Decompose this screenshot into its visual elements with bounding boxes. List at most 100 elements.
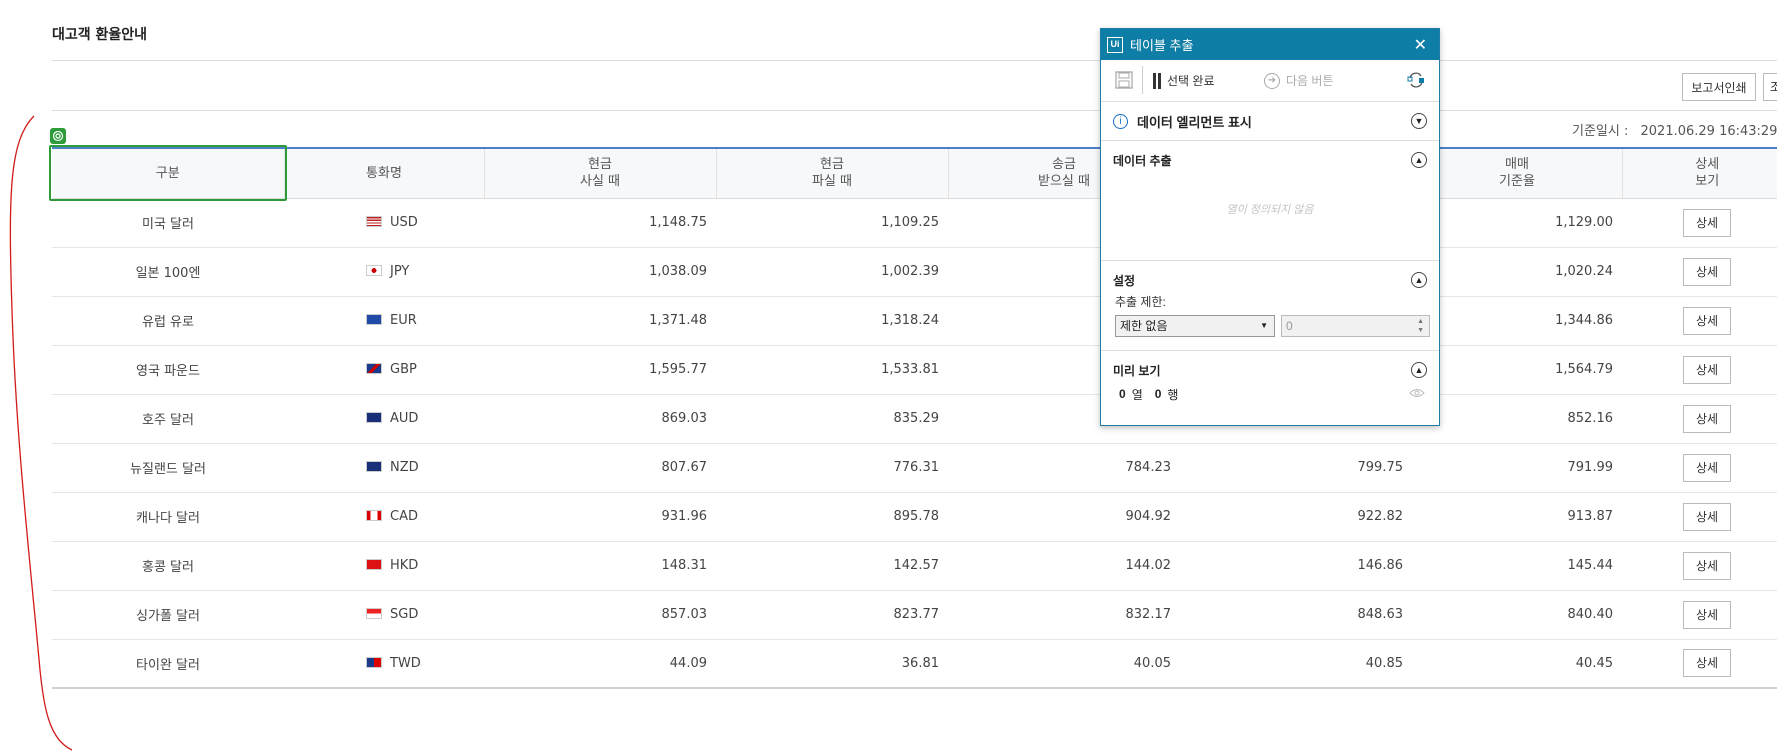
rate-sell-cell: 776.31 bbox=[716, 443, 948, 493]
rate-base-cell: 40.45 bbox=[1412, 639, 1622, 689]
preview-row-label: 행 bbox=[1167, 387, 1179, 402]
rate-base-cell: 791.99 bbox=[1412, 443, 1622, 493]
base-date: 기준일시 : 2021.06.29 16:43:29 ( bbox=[1572, 120, 1777, 139]
chevron-up-icon[interactable]: ▲ bbox=[1411, 272, 1427, 288]
finish-selection-button[interactable]: 선택 완료 bbox=[1153, 72, 1215, 89]
ca-flag-icon bbox=[366, 510, 382, 521]
empty-columns-message: 열이 정의되지 않음 bbox=[1226, 204, 1314, 216]
rate-base-cell: 1,564.79 bbox=[1412, 345, 1622, 395]
detail-cell: 상세 bbox=[1622, 247, 1777, 297]
rate-base-cell: 1,129.00 bbox=[1412, 198, 1622, 248]
chevron-up-icon[interactable]: ▲ bbox=[1411, 152, 1427, 168]
extract-section: 데이터 추출 ▲ 열이 정의되지 않음 bbox=[1101, 141, 1439, 261]
table-extraction-dialog: Ui 테이블 추출 ✕ 선택 완료 ➜ 다음 버튼 i 데이터 엘리먼트 표시 … bbox=[1100, 28, 1440, 426]
currency-code-cell: HKD bbox=[284, 541, 484, 591]
dialog-toolbar: 선택 완료 ➜ 다음 버튼 bbox=[1101, 60, 1439, 102]
detail-button[interactable]: 상세 bbox=[1683, 355, 1731, 384]
rate-base-cell: 840.40 bbox=[1412, 590, 1622, 640]
table-row: 뉴질랜드 달러 NZD 807.67 776.31 784.23 799.75 791.99… bbox=[52, 443, 1777, 493]
detail-cell: 상세 bbox=[1622, 296, 1777, 346]
detail-button[interactable]: 상세 bbox=[1683, 306, 1731, 335]
show-elements-section: i 데이터 엘리먼트 표시 ▼ bbox=[1101, 102, 1439, 141]
currency-name-cell: 일본 100엔 bbox=[52, 247, 284, 297]
gb-flag-icon bbox=[366, 363, 382, 374]
table-row: 유럽 유로 EUR 1,371.48 1,318.24 1,344.86 상세 bbox=[52, 296, 1777, 346]
rate-base-cell: 1,344.86 bbox=[1412, 296, 1622, 346]
column-header-line1: 상세 bbox=[1695, 157, 1720, 173]
detail-button[interactable]: 상세 bbox=[1683, 453, 1731, 482]
chevron-up-icon[interactable]: ▲ bbox=[1411, 362, 1427, 378]
divider bbox=[52, 60, 1777, 61]
settings-section: 설정 ▲ 추출 제한: 제한 없음 ▼ 0 ▲ ▼ bbox=[1101, 261, 1439, 351]
spinner-icon[interactable]: ▲ ▼ bbox=[1417, 317, 1424, 335]
currency-code: USD bbox=[390, 215, 418, 230]
preview-section-header: 미리 보기 bbox=[1113, 363, 1161, 378]
close-icon[interactable]: ✕ bbox=[1414, 35, 1427, 55]
currency-code: GBP bbox=[390, 362, 417, 377]
chevron-down-icon[interactable]: ▼ bbox=[1411, 113, 1427, 129]
rate-sell-cell: 835.29 bbox=[716, 394, 948, 444]
detail-button[interactable]: 상세 bbox=[1683, 502, 1731, 531]
rate-buy-cell: 148.31 bbox=[484, 541, 716, 591]
extract-limit-select[interactable]: 제한 없음 ▼ bbox=[1115, 315, 1275, 337]
dialog-title: 테이블 추출 bbox=[1130, 38, 1194, 53]
detail-cell: 상세 bbox=[1622, 443, 1777, 493]
rate-buy-cell: 869.03 bbox=[484, 394, 716, 444]
show-elements-toggle[interactable]: i 데이터 엘리먼트 표시 bbox=[1101, 102, 1439, 140]
extract-limit-number[interactable]: 0 ▲ ▼ bbox=[1281, 315, 1430, 337]
column-header: 상세 보기 bbox=[1621, 148, 1777, 199]
preview-column-count: 0 bbox=[1119, 387, 1126, 401]
currency-code-cell: EUR bbox=[284, 296, 484, 346]
exchange-rate-table: 구분 통화명 현금 사실 때 현금 파실 때 송금 받으실 때 매매 기준율 상세 보기 미국 달러 U… bbox=[52, 147, 1777, 689]
eye-icon[interactable] bbox=[1409, 387, 1425, 401]
show-elements-label: 데이터 엘리먼트 표시 bbox=[1137, 114, 1252, 130]
detail-button[interactable]: 상세 bbox=[1683, 404, 1731, 433]
partial-button[interactable]: 조 bbox=[1763, 73, 1777, 101]
rate-recv-cell: 848.63 bbox=[1180, 590, 1412, 640]
currency-code: SGD bbox=[390, 607, 419, 622]
refresh-icon[interactable] bbox=[1406, 70, 1426, 90]
currency-code-cell: USD bbox=[284, 198, 484, 248]
extract-section-header: 데이터 추출 bbox=[1113, 153, 1172, 168]
currency-code: CAD bbox=[390, 509, 418, 524]
currency-code: HKD bbox=[390, 558, 419, 573]
table-row: 미국 달러 USD 1,148.75 1,109.25 1,129.00 상세 bbox=[52, 198, 1777, 248]
extract-limit-value: 제한 없음 bbox=[1120, 319, 1168, 333]
detail-button[interactable]: 상세 bbox=[1683, 257, 1731, 286]
currency-code-cell: AUD bbox=[284, 394, 484, 444]
currency-name-cell: 타이완 달러 bbox=[52, 639, 284, 689]
hk-flag-icon bbox=[366, 559, 382, 570]
dropdown-arrow-icon: ▼ bbox=[1260, 321, 1268, 330]
header-row: 구분 통화명 현금 사실 때 현금 파실 때 송금 받으실 때 매매 기준율 상세 보기 bbox=[52, 148, 1777, 199]
detail-button[interactable]: 상세 bbox=[1683, 649, 1731, 678]
next-button-selector[interactable]: ➜ 다음 버튼 bbox=[1264, 72, 1334, 89]
page-title: 대고객 환율안내 bbox=[52, 27, 148, 43]
exchange-rate-table-wrap: 구분 통화명 현금 사실 때 현금 파실 때 송금 받으실 때 매매 기준율 상세 보기 미국 달러 U… bbox=[52, 147, 1777, 689]
rate-recv-cell: 922.82 bbox=[1180, 492, 1412, 542]
column-header: 통화명 bbox=[283, 148, 484, 199]
au-flag-icon bbox=[366, 412, 382, 423]
table-row: 일본 100엔 JPY 1,038.09 1,002.39 1,020.24 상세 bbox=[52, 247, 1777, 297]
finish-selection-label: 선택 완료 bbox=[1167, 74, 1215, 88]
currency-name-cell: 뉴질랜드 달러 bbox=[52, 443, 284, 493]
eu-flag-icon bbox=[366, 314, 382, 325]
rate-send-cell: 784.23 bbox=[948, 443, 1180, 493]
rate-sell-cell: 1,109.25 bbox=[716, 198, 948, 248]
table-row: 영국 파운드 GBP 1,595.77 1,533.81 1,564.79 상세 bbox=[52, 345, 1777, 395]
print-report-button[interactable]: 보고서인쇄 bbox=[1682, 73, 1756, 101]
currency-code-cell: TWD bbox=[284, 639, 484, 689]
table-row: 싱가폴 달러 SGD 857.03 823.77 832.17 848.63 840.40 상… bbox=[52, 590, 1777, 640]
rate-buy-cell: 1,595.77 bbox=[484, 345, 716, 395]
detail-button[interactable]: 상세 bbox=[1683, 600, 1731, 629]
rate-base-cell: 913.87 bbox=[1412, 492, 1622, 542]
detail-cell: 상세 bbox=[1622, 394, 1777, 444]
column-header-line2: 기준율 bbox=[1499, 174, 1535, 190]
detail-button[interactable]: 상세 bbox=[1683, 208, 1731, 237]
save-icon[interactable] bbox=[1114, 70, 1134, 90]
column-header: 현금 파실 때 bbox=[715, 148, 948, 199]
rate-base-cell: 1,020.24 bbox=[1412, 247, 1622, 297]
detail-button[interactable]: 상세 bbox=[1683, 551, 1731, 580]
extract-limit-number-value: 0 bbox=[1286, 319, 1293, 333]
table-row: 홍콩 달러 HKD 148.31 142.57 144.02 146.86 145.44 상세 bbox=[52, 541, 1777, 591]
rate-sell-cell: 823.77 bbox=[716, 590, 948, 640]
